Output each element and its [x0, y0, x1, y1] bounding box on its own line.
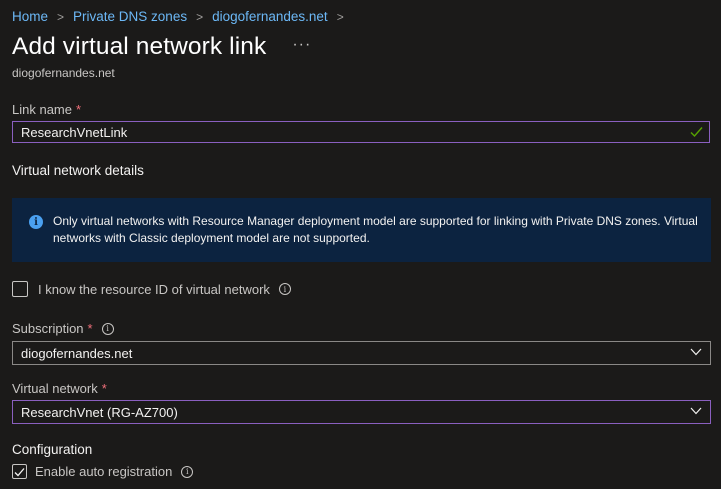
chevron-down-icon — [690, 407, 702, 415]
configuration-heading: Configuration — [12, 442, 93, 457]
required-marker: * — [75, 102, 82, 117]
chevron-down-icon — [690, 348, 702, 356]
auto-registration-row[interactable]: Enable auto registration i — [12, 464, 194, 479]
subscription-dropdown[interactable]: diogofernandes.net — [12, 341, 711, 365]
breadcrumb-home[interactable]: Home — [12, 9, 48, 24]
resource-id-checkbox-label: I know the resource ID of virtual networ… — [38, 281, 270, 297]
more-options-button[interactable]: ··· — [292, 36, 311, 54]
virtual-network-label: Virtual network * — [12, 381, 107, 396]
resource-id-checkbox[interactable] — [12, 281, 28, 297]
subscription-label-text: Subscription — [12, 321, 84, 336]
info-icon: i — [29, 215, 43, 229]
virtual-network-dropdown[interactable]: ResearchVnet (RG-AZ700) — [12, 400, 711, 424]
subscription-label: Subscription * i — [12, 321, 114, 336]
info-banner: i Only virtual networks with Resource Ma… — [12, 198, 711, 262]
info-banner-text: Only virtual networks with Resource Mana… — [53, 214, 698, 245]
link-name-label: Link name * — [12, 102, 81, 117]
required-marker: * — [101, 381, 107, 396]
resource-id-checkbox-row[interactable]: I know the resource ID of virtual networ… — [12, 281, 291, 297]
page-subtitle: diogofernandes.net — [12, 66, 115, 80]
link-name-input[interactable] — [13, 123, 683, 141]
page-title: Add virtual network link — [12, 33, 267, 60]
add-vnet-link-page: Home > Private DNS zones > diogofernande… — [0, 0, 721, 489]
breadcrumb-private-dns-zones[interactable]: Private DNS zones — [73, 9, 187, 24]
breadcrumb-separator: > — [57, 9, 65, 24]
info-icon[interactable]: i — [181, 465, 194, 478]
link-name-label-text: Link name — [12, 102, 72, 117]
link-name-field[interactable] — [12, 121, 710, 143]
checkmark-icon — [14, 467, 25, 476]
info-icon[interactable]: i — [278, 283, 291, 295]
breadcrumb-dns-zone[interactable]: diogofernandes.net — [212, 9, 328, 24]
breadcrumb-separator: > — [196, 9, 204, 24]
subscription-selected-value: diogofernandes.net — [21, 345, 133, 361]
valid-check-icon — [690, 127, 703, 138]
breadcrumb-separator: > — [336, 9, 344, 24]
breadcrumb: Home > Private DNS zones > diogofernande… — [12, 9, 353, 24]
required-marker: * — [87, 321, 93, 336]
virtual-network-selected-value: ResearchVnet (RG-AZ700) — [21, 404, 178, 420]
virtual-network-label-text: Virtual network — [12, 381, 98, 396]
auto-registration-label: Enable auto registration — [35, 464, 173, 479]
info-icon[interactable]: i — [101, 322, 114, 335]
title-row: Add virtual network link ··· — [12, 33, 311, 61]
auto-registration-checkbox[interactable] — [12, 464, 27, 479]
virtual-network-details-heading: Virtual network details — [12, 163, 144, 178]
